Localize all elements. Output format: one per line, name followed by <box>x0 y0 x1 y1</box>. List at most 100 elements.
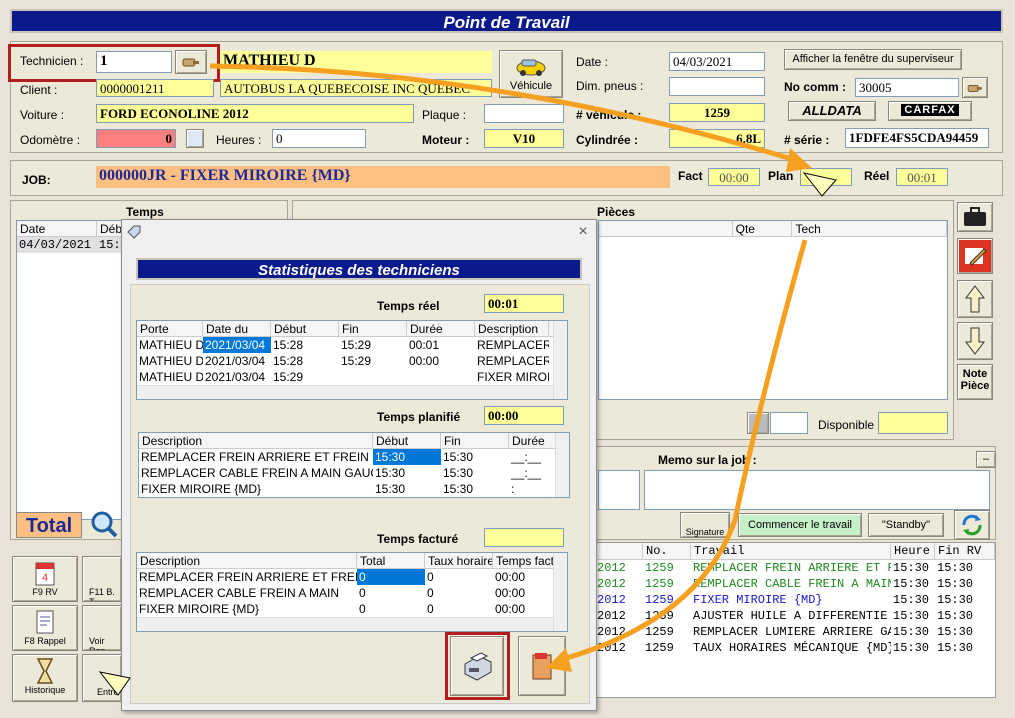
stats-dialog: × Statistiques des techniciens Temps rée… <box>121 219 597 711</box>
odometre-note-button[interactable] <box>186 129 204 148</box>
tag-icon <box>127 225 141 239</box>
move-up-button[interactable] <box>957 280 993 318</box>
jobs-col-travail[interactable]: Travail <box>691 543 891 559</box>
voir-rap-button[interactable]: Voir Rap <box>82 605 122 651</box>
jobs-col-heure[interactable]: Heure <box>891 543 935 559</box>
table-row[interactable]: 2012 1259 REMPLACER LUMIERE ARRIERE GA 15:3… <box>595 624 995 640</box>
briefcase-icon <box>964 207 986 226</box>
vehicule-button[interactable]: Véhicule <box>499 50 563 98</box>
memo-title: Memo sur la job : <box>658 453 757 467</box>
voiture-field: FORD ECONOLINE 2012 <box>96 104 414 123</box>
reel-field: 00:01 <box>896 168 948 186</box>
column-header[interactable]: Description <box>139 433 373 448</box>
pieces-grid[interactable]: Qte Tech <box>598 220 948 400</box>
dialog-title: Statistiques des techniciens <box>136 258 582 280</box>
temps-reel-grid[interactable]: Porte Date du Début Fin Durée Description MAT… <box>136 320 568 400</box>
carfax-button[interactable]: CARFAX <box>888 101 972 121</box>
column-header[interactable]: Description <box>137 553 357 568</box>
column-header[interactable]: Total <box>357 553 425 568</box>
column-header[interactable]: Description <box>475 321 549 336</box>
temps-reel-field: 00:01 <box>484 294 564 313</box>
scrollbar[interactable] <box>555 433 569 497</box>
note-piece-button[interactable]: Note Pièce <box>957 364 993 400</box>
f9-rv-button[interactable]: 4 F9 RV <box>12 556 78 602</box>
no-comm-field[interactable]: 30005 <box>855 78 959 97</box>
odometre-field[interactable]: 0 <box>96 129 176 148</box>
column-header[interactable]: Porte <box>137 321 203 336</box>
disponible-label: Disponible : <box>818 418 881 432</box>
column-header[interactable]: Début <box>271 321 339 336</box>
briefcase-button[interactable] <box>957 202 993 232</box>
no-comm-search-button[interactable] <box>962 77 988 98</box>
heures-field[interactable]: 0 <box>272 129 366 148</box>
f11-button[interactable]: F11 B. T <box>82 556 122 602</box>
calendar-icon: 4 <box>35 562 55 586</box>
column-header[interactable]: Durée <box>509 433 557 448</box>
zoom-button[interactable] <box>88 508 120 540</box>
magnifier-icon <box>91 511 118 538</box>
entree-button[interactable]: Entré <box>82 654 122 702</box>
table-row[interactable]: REMPLACER CABLE FREIN A MAIN GAUCHE 15:30… <box>139 465 569 481</box>
jobs-list[interactable]: No. Travail Heure Fin RV 2012 1259 REMPLAC… <box>594 542 996 698</box>
commencer-button[interactable]: Commencer le travail <box>738 513 862 537</box>
tire-field[interactable] <box>770 412 808 434</box>
standby-button[interactable]: "Standby" <box>868 513 944 537</box>
table-row[interactable]: MATHIEU D 2021/03/04 15:28 15:29 00:01 REMPLA… <box>137 337 567 353</box>
column-header[interactable]: Temps factu <box>493 553 555 568</box>
table-row[interactable]: 2012 1259 REMPLACER FREIN ARRIERE ET F 15:3… <box>595 560 995 576</box>
column-header[interactable]: Durée <box>407 321 475 336</box>
memo-collapse-button[interactable]: – <box>976 451 996 468</box>
superviseur-button[interactable]: Afficher la fenêtre du superviseur <box>784 49 962 70</box>
signature-button[interactable]: Signature <box>680 512 730 538</box>
column-header[interactable]: Fin <box>441 433 509 448</box>
column-header[interactable]: Taux horaire <box>425 553 493 568</box>
scrollbar[interactable] <box>553 321 567 399</box>
column-header[interactable]: Début <box>373 433 441 448</box>
table-row[interactable]: REMPLACER CABLE FREIN A MAIN 0 0 00:00 <box>137 585 567 601</box>
scrollbar[interactable] <box>137 617 553 631</box>
column-header[interactable]: Date du <box>203 321 271 336</box>
table-row[interactable]: 2012 1259 TAUX HORAIRES MÉCANIQUE {MD} 15:3… <box>595 640 995 656</box>
temps-col-date[interactable]: Date <box>17 221 97 236</box>
date-field[interactable]: 04/03/2021 <box>669 52 765 71</box>
alldata-button[interactable]: ALLDATA <box>788 101 876 121</box>
dialog-close-button[interactable]: × <box>572 224 594 242</box>
temps-facture-grid[interactable]: Description Total Taux horaire Temps factu … <box>136 552 568 632</box>
table-row[interactable]: FIXER MIROIRE {MD} 15:30 15:30: <box>139 481 569 497</box>
scrollbar[interactable] <box>137 385 553 399</box>
jobs-col-fin[interactable]: Fin RV <box>935 543 995 559</box>
table-row[interactable]: FIXER MIROIRE {MD} 0 0 00:00 <box>137 601 567 617</box>
refresh-button[interactable] <box>954 510 990 540</box>
tire-button[interactable] <box>747 412 769 434</box>
odometre-label: Odomètre : <box>20 133 81 147</box>
scrollbar[interactable] <box>553 553 567 631</box>
car-icon <box>516 59 546 76</box>
historique-button[interactable]: Historique <box>12 654 78 702</box>
table-row[interactable]: 2012 1259 FIXER MIROIRE {MD} 15:30 15:30 <box>595 592 995 608</box>
f8-rappel-button[interactable]: F8 Rappel <box>12 605 78 651</box>
client-field[interactable]: 0000001211 <box>96 79 214 97</box>
memo-field[interactable] <box>644 470 990 510</box>
table-row[interactable]: MATHIEU D 2021/03/04 15:28 15:29 00:00 REMPLA… <box>137 353 567 369</box>
no-vehicule-field: 1259 <box>669 103 765 122</box>
pieces-col-qte[interactable]: Qte <box>733 221 793 236</box>
table-row[interactable]: 2012 1259 AJUSTER HUILE A DIFFERENTIE 15:30… <box>595 608 995 624</box>
jobs-col-no[interactable]: No. <box>643 543 691 559</box>
dim-pneus-field[interactable] <box>669 77 765 96</box>
column-header[interactable]: Fin <box>339 321 407 336</box>
pieces-col-tech[interactable]: Tech <box>792 221 947 236</box>
serie-field[interactable]: 1FDFE4FS5CDA94459 <box>845 128 989 148</box>
exit-button[interactable] <box>518 636 566 696</box>
moteur-field: V10 <box>484 129 564 148</box>
temps-planifie-grid[interactable]: Description Début Fin Durée REMPLACER FREIN… <box>138 432 570 498</box>
memo-left-field[interactable] <box>598 470 640 510</box>
table-row[interactable]: 2012 1259 REMPLACER CABLE FREIN A MAIN 15:3… <box>595 576 995 592</box>
signature-label: Signature <box>685 527 725 537</box>
table-row[interactable]: REMPLACER FREIN ARRIERE ET FREIN 15:30 15:… <box>139 449 569 465</box>
plaque-field[interactable] <box>484 104 564 123</box>
table-row[interactable]: MATHIEU D2021/03/0415:29FIXER MIROIR <box>137 369 567 385</box>
note-icon <box>36 610 54 634</box>
table-row[interactable]: REMPLACER FREIN ARRIERE ET FREIN 0 0 00:00 <box>137 569 567 585</box>
edit-button[interactable] <box>957 238 993 274</box>
move-down-button[interactable] <box>957 322 993 360</box>
